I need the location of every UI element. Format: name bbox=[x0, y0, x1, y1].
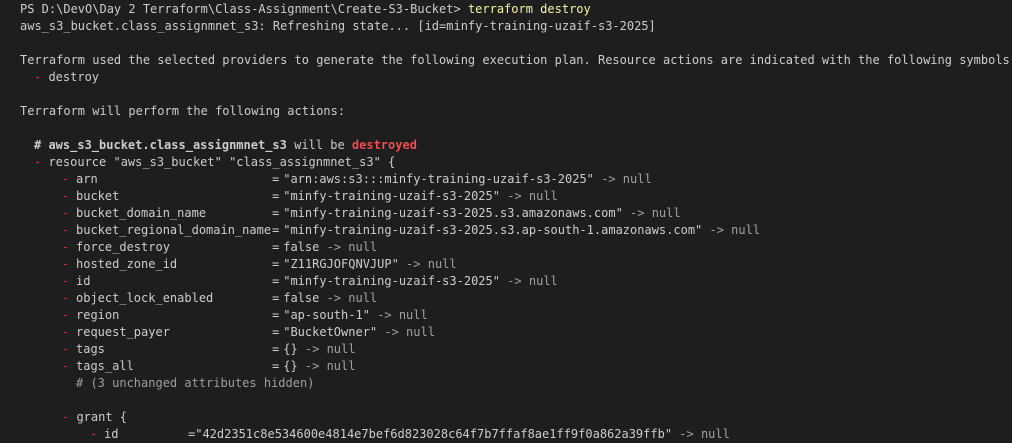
attribute-value: "BucketOwner" bbox=[283, 325, 378, 339]
resource-header: - resource "aws_s3_bucket" "class_assign… bbox=[34, 155, 396, 169]
attribute-value: false bbox=[283, 240, 320, 254]
attribute-row: - request_payer = "BucketOwner" -> null bbox=[62, 325, 435, 339]
prompt-command: terraform destroy bbox=[467, 2, 591, 16]
attribute-row: - tags ={} -> null bbox=[62, 342, 356, 356]
terminal-window[interactable]: PS D:\DevO\Day 2 Terraform\Class-Assignm… bbox=[0, 0, 1012, 443]
attribute-suffix: -> null bbox=[377, 325, 435, 339]
attribute-suffix: -> null bbox=[369, 308, 428, 322]
attribute-name: arn bbox=[76, 172, 98, 186]
intro-line: Terraform used the selected providers to… bbox=[20, 53, 1012, 67]
symbol-label: destroy bbox=[41, 70, 100, 84]
attribute-suffix: -> null bbox=[398, 257, 457, 271]
symbol-line: - destroy bbox=[34, 70, 100, 84]
refresh-line: aws_s3_bucket.class_assignmnet_s3: Refre… bbox=[20, 19, 656, 33]
attribute-suffix: -> null bbox=[297, 342, 356, 356]
attribute-row: - bucket_domain_name = "minfy-training-uzai… bbox=[62, 206, 681, 220]
perform-line: Terraform will perform the following act… bbox=[20, 104, 346, 118]
attribute-value: "minfy-training-uzaif-s3-2025.s3.ap-sout… bbox=[283, 223, 703, 237]
attribute-name: bucket_regional_domain_name bbox=[76, 223, 272, 237]
grant-attribute-suffix: -> null bbox=[672, 427, 730, 441]
attribute-name: force_destroy bbox=[76, 240, 170, 254]
attribute-name: region bbox=[76, 308, 120, 322]
attribute-value: "minfy-training-uzaif-s3-2025" bbox=[283, 189, 500, 203]
attribute-name: bucket bbox=[76, 189, 120, 203]
attribute-name: tags bbox=[76, 342, 105, 356]
attribute-value: "minfy-training-uzaif-s3-2025.s3.amazona… bbox=[283, 206, 623, 220]
attribute-row: - tags_all ={} -> null bbox=[62, 359, 356, 373]
resource-comment: # aws_s3_bucket.class_assignmnet_s3 will… bbox=[20, 137, 1012, 154]
prompt-line: PS D:\DevO\Day 2 Terraform\Class-Assignm… bbox=[20, 1, 1012, 18]
resource-comment-action: destroyed bbox=[351, 138, 417, 152]
attribute-name: id bbox=[76, 274, 91, 288]
grant-attribute-value: "42d2351c8e534600e4814e7bef6d823028c64f7… bbox=[195, 427, 673, 441]
prompt-path: PS D:\DevO\Day 2 Terraform\Class-Assignm… bbox=[20, 2, 468, 16]
grant-header: - grant { bbox=[62, 410, 128, 424]
attribute-row: - region = "ap-south-1" -> null bbox=[62, 308, 428, 322]
attribute-row: - bucket_regional_domain_name = "minfy-trai… bbox=[62, 223, 761, 237]
attribute-value: "Z11RGJOFQNVJUP" bbox=[283, 257, 399, 271]
attribute-value: "minfy-training-uzaif-s3-2025" bbox=[283, 274, 500, 288]
attribute-name: tags_all bbox=[76, 359, 134, 373]
attribute-suffix: -> null bbox=[702, 223, 761, 237]
grant-header-text: grant { bbox=[69, 410, 128, 424]
attribute-suffix: -> null bbox=[593, 172, 652, 186]
attribute-suffix: -> null bbox=[297, 359, 356, 373]
attribute-value: {} bbox=[283, 342, 298, 356]
resource-header-text: resource "aws_s3_bucket" "class_assignmn… bbox=[41, 155, 396, 169]
attribute-row: - id = "minfy-training-uzaif-s3-2025" -> nu… bbox=[62, 274, 558, 288]
attribute-value: "ap-south-1" bbox=[283, 308, 370, 322]
attribute-row: - hosted_zone_id = "Z11RGJOFQNVJUP" -> null bbox=[62, 257, 457, 271]
attribute-suffix: -> null bbox=[319, 291, 378, 305]
attribute-suffix: -> null bbox=[319, 240, 378, 254]
attribute-list: - arn = "arn:aws:s3:::minfy-training-uzaif-… bbox=[20, 171, 1012, 375]
attribute-name: request_payer bbox=[76, 325, 170, 339]
attribute-row: - force_destroy = false -> null bbox=[62, 240, 378, 254]
grant-attribute-row: - id = "42d2351c8e534600e4814e7bef6d823028c… bbox=[90, 427, 730, 441]
attribute-name: hosted_zone_id bbox=[76, 257, 178, 271]
attribute-value: {} bbox=[283, 359, 298, 373]
attribute-name: bucket_domain_name bbox=[76, 206, 207, 220]
attribute-row: - object_lock_enabled = false -> null bbox=[62, 291, 378, 305]
attribute-suffix: -> null bbox=[499, 274, 558, 288]
attribute-suffix: -> null bbox=[499, 189, 558, 203]
grant-attribute-name: id bbox=[104, 427, 119, 441]
attribute-name: object_lock_enabled bbox=[76, 291, 214, 305]
hidden-attributes-comment: # (3 unchanged attributes hidden) bbox=[76, 376, 315, 390]
attribute-value: "arn:aws:s3:::minfy-training-uzaif-s3-20… bbox=[283, 172, 594, 186]
resource-comment-prefix: # aws_s3_bucket.class_assignmnet_s3 bbox=[34, 138, 287, 152]
attribute-suffix: -> null bbox=[622, 206, 681, 220]
resource-comment-middle: will be bbox=[286, 138, 352, 152]
attribute-row: - bucket = "minfy-training-uzaif-s3-2025" -… bbox=[62, 189, 558, 203]
attribute-row: - arn = "arn:aws:s3:::minfy-training-uzaif-… bbox=[62, 172, 652, 186]
attribute-value: false bbox=[283, 291, 320, 305]
